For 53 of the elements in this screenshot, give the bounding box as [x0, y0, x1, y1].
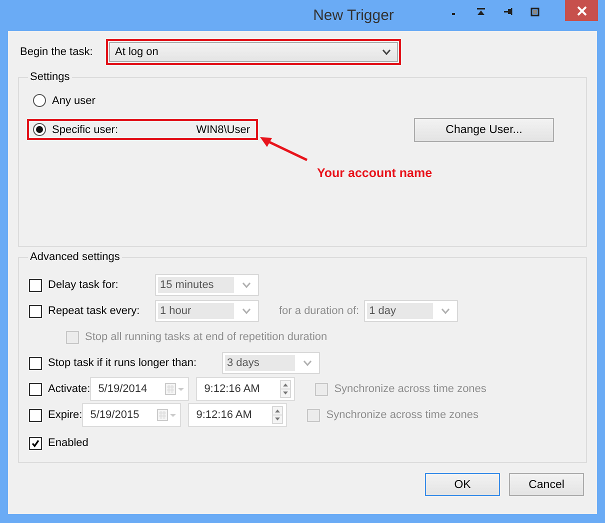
begin-task-label: Begin the task:	[19, 46, 94, 58]
option-label: Stop all running tasks at end of repetition duration	[85, 331, 328, 343]
pin-icon[interactable]	[503, 7, 513, 17]
close-button[interactable]	[565, 0, 598, 21]
begin-task-dropdown[interactable]: At log on	[109, 42, 398, 62]
option-label: Delay task for:	[48, 279, 120, 291]
window-title: New Trigger	[312, 6, 395, 24]
option-label: Synchronize across time zones	[326, 409, 478, 421]
option-label: Activate:	[48, 383, 90, 395]
checkbox[interactable]	[29, 408, 42, 422]
calendar-icon	[157, 409, 178, 421]
spinner-icon	[272, 406, 284, 424]
calendar-icon	[165, 383, 186, 395]
option-label[interactable]: Specific user:	[52, 124, 160, 136]
dialog-button[interactable]: OK	[425, 473, 500, 496]
checkbox[interactable]	[29, 304, 42, 318]
caret-icon	[441, 308, 450, 314]
maximize-icon[interactable]	[530, 7, 540, 17]
dropdown[interactable]: 3 days	[222, 352, 320, 374]
arrow-icon	[259, 136, 309, 162]
duration-label: for a duration of:	[279, 305, 360, 317]
option-label: Repeat task every:	[48, 305, 141, 317]
date-picker[interactable]: 5/19/2014	[90, 377, 190, 401]
group-title: Advanced settings	[28, 251, 122, 263]
time-field[interactable]: 9:12:16 AM	[196, 377, 296, 401]
checkbox[interactable]	[29, 356, 42, 370]
dropdown[interactable]: 1 day	[364, 300, 458, 322]
spinner-icon	[280, 380, 292, 398]
option-label: Stop task if it runs longer than:	[48, 357, 198, 369]
option-label: Enabled	[48, 437, 88, 449]
option-label: Expire:	[48, 409, 82, 421]
time-field[interactable]: 9:12:16 AM	[188, 403, 288, 427]
date-picker[interactable]: 5/19/2015	[82, 403, 182, 427]
radio-button[interactable]	[33, 123, 46, 136]
annotation-text: Your account name	[317, 166, 432, 180]
change-user-button[interactable]: Change User...	[414, 118, 554, 142]
checkbox[interactable]	[29, 278, 42, 292]
caret-icon	[242, 282, 251, 288]
radio-button[interactable]	[33, 94, 46, 107]
option-label[interactable]: Any user	[52, 94, 160, 106]
option-label: Synchronize across time zones	[334, 383, 486, 395]
caret-icon	[303, 360, 312, 366]
checkbox[interactable]	[29, 436, 42, 450]
caret-icon	[382, 49, 391, 55]
checkbox[interactable]	[29, 382, 42, 396]
group-title: Settings	[28, 71, 72, 83]
dock-top-icon[interactable]	[476, 7, 486, 17]
dropdown[interactable]: 1 hour	[155, 300, 259, 322]
close-icon	[576, 6, 586, 16]
dialog-button[interactable]: Cancel	[509, 473, 584, 496]
caret-icon	[242, 308, 251, 314]
user-name: WIN8\User	[196, 124, 250, 136]
dropdown[interactable]: 15 minutes	[155, 274, 259, 296]
